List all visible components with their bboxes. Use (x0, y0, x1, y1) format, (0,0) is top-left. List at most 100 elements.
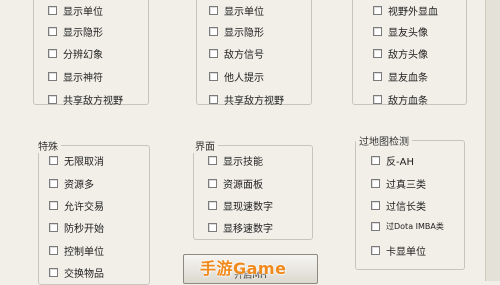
checkbox[interactable] (49, 201, 58, 210)
checkbox-label: 共享敌方视野 (63, 96, 123, 107)
checkbox-label: 显示单位 (63, 7, 103, 18)
checkbox-row[interactable]: 共享敌方视野 (209, 92, 284, 107)
checkbox-row[interactable]: 无限取消 (49, 153, 104, 168)
checkbox-label: 敌方血条 (388, 96, 428, 107)
checkbox[interactable] (48, 6, 57, 15)
checkbox-row[interactable]: 过信长类 (371, 198, 426, 213)
checkbox[interactable] (209, 49, 218, 58)
checkbox[interactable] (373, 72, 382, 81)
checkbox-row[interactable]: 敌方头像 (373, 46, 428, 61)
checkbox[interactable] (371, 179, 380, 188)
checkbox-row[interactable]: 显现速数字 (208, 198, 273, 213)
checkbox-label: 资源多 (64, 180, 94, 191)
checkbox-row[interactable]: 控制单位 (49, 243, 104, 258)
checkbox[interactable] (371, 201, 380, 210)
checkbox-row[interactable]: 视野外显血 (373, 3, 438, 18)
checkbox-row[interactable]: 显示技能 (208, 153, 263, 168)
checkbox-label: 控制单位 (64, 247, 104, 258)
checkbox[interactable] (373, 49, 382, 58)
checkbox-row[interactable]: 显示单位 (48, 3, 103, 18)
checkbox-row[interactable]: 显友头像 (373, 24, 428, 39)
checkbox-row[interactable]: 显示隐形 (209, 24, 264, 39)
checkbox-label: 过Dota IMBA类 (386, 222, 444, 231)
checkbox-row[interactable]: 分辨幻象 (48, 46, 103, 61)
checkbox-row[interactable]: 反-AH (371, 153, 414, 168)
checkbox[interactable] (49, 223, 58, 232)
checkbox-label: 视野外显血 (388, 7, 438, 18)
checkbox-label: 卡显单位 (386, 247, 426, 258)
checkbox-label: 无限取消 (64, 157, 104, 168)
checkbox-row[interactable]: 防秒开始 (49, 220, 104, 235)
checkbox-row[interactable]: 敌方血条 (373, 92, 428, 107)
watermark-logo: 手游Game (200, 259, 287, 278)
checkbox-row[interactable]: 过真三类 (371, 176, 426, 191)
checkbox[interactable] (208, 156, 217, 165)
checkbox-label: 显示隐形 (224, 28, 264, 39)
checkbox[interactable] (208, 179, 217, 188)
checkbox[interactable] (48, 27, 57, 36)
checkbox-row[interactable]: 显移速数字 (208, 220, 273, 235)
checkbox[interactable] (208, 223, 217, 232)
checkbox-row[interactable]: 显示隐形 (48, 24, 103, 39)
checkbox-label: 资源面板 (223, 180, 263, 191)
checkbox[interactable] (209, 27, 218, 36)
checkbox[interactable] (49, 268, 58, 277)
checkbox[interactable] (373, 27, 382, 36)
checkbox-label: 防秒开始 (64, 224, 104, 235)
group-title: 特殊 (35, 138, 61, 153)
checkbox-row[interactable]: 显友血条 (373, 69, 428, 84)
checkbox-label: 显移速数字 (223, 224, 273, 235)
checkbox-label: 显示隐形 (63, 28, 103, 39)
checkbox[interactable] (209, 95, 218, 104)
group-map-detection: 过地图检测 反-AH 过真三类 过信长类 过Dota IMBA类 卡显单位 (355, 133, 465, 270)
checkbox[interactable] (49, 246, 58, 255)
checkbox-label: 他人提示 (224, 73, 264, 84)
checkbox[interactable] (208, 201, 217, 210)
group-misc-top: 视野外显血 显友头像 敌方头像 显友血条 敌方血条 (352, 0, 467, 107)
checkbox-label: 允许交易 (64, 202, 104, 213)
checkbox[interactable] (209, 72, 218, 81)
checkbox-label: 共享敌方视野 (224, 96, 284, 107)
checkbox[interactable] (371, 222, 380, 231)
checkbox-row[interactable]: 交换物品 (49, 265, 104, 280)
checkbox-label: 敌方信号 (224, 50, 264, 61)
checkbox-label: 敌方头像 (388, 50, 428, 61)
checkbox[interactable] (48, 95, 57, 104)
checkbox-label: 过信长类 (386, 202, 426, 213)
window-right-edge (485, 0, 500, 281)
checkbox-row[interactable]: 资源面板 (208, 176, 263, 191)
group-title: 过地图检测 (356, 133, 412, 148)
checkbox-row[interactable]: 资源多 (49, 176, 94, 191)
checkbox-label: 反-AH (386, 157, 414, 168)
group-title: 界面 (192, 138, 218, 153)
checkbox[interactable] (373, 6, 382, 15)
checkbox[interactable] (49, 179, 58, 188)
checkbox[interactable] (209, 6, 218, 15)
checkbox-row[interactable]: 共享敌方视野 (48, 92, 123, 107)
checkbox[interactable] (371, 156, 380, 165)
checkbox-label: 显现速数字 (223, 202, 273, 213)
checkbox-row[interactable]: 敌方信号 (209, 46, 264, 61)
checkbox-label: 显示神符 (63, 73, 103, 84)
checkbox[interactable] (48, 49, 57, 58)
checkbox-row[interactable]: 允许交易 (49, 198, 104, 213)
checkbox-label: 分辨幻象 (63, 50, 103, 61)
checkbox-label: 交换物品 (64, 269, 104, 280)
checkbox-label: 显友血条 (388, 73, 428, 84)
checkbox-label: 显示技能 (223, 157, 263, 168)
group-special: 特殊 无限取消 资源多 允许交易 防秒开始 控制单位 交换物品 (35, 138, 150, 285)
checkbox-row[interactable]: 他人提示 (209, 69, 264, 84)
checkbox-label: 显友头像 (388, 28, 428, 39)
checkbox-label: 显示单位 (224, 7, 264, 18)
checkbox[interactable] (49, 156, 58, 165)
checkbox-row[interactable]: 卡显单位 (371, 243, 426, 258)
checkbox-row[interactable]: 过Dota IMBA类 (371, 221, 444, 232)
group-minimap: 显示单位 显示隐形 敌方信号 他人提示 共享敌方视野 (196, 0, 312, 107)
checkbox[interactable] (48, 72, 57, 81)
group-units-display: 显示单位 显示隐形 分辨幻象 显示神符 共享敌方视野 (33, 0, 149, 107)
checkbox[interactable] (373, 95, 382, 104)
checkbox-row[interactable]: 显示单位 (209, 3, 264, 18)
checkbox-label: 过真三类 (386, 180, 426, 191)
checkbox[interactable] (371, 246, 380, 255)
checkbox-row[interactable]: 显示神符 (48, 69, 103, 84)
